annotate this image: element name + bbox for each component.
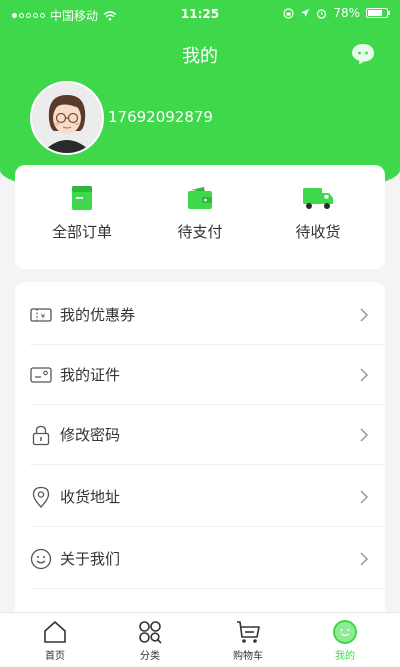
tab-cart[interactable]: 购物车 bbox=[198, 619, 298, 662]
avatar[interactable] bbox=[30, 81, 104, 155]
alarm-icon bbox=[317, 8, 327, 19]
battery-percent: 78% bbox=[333, 6, 360, 20]
svg-text:¥: ¥ bbox=[41, 312, 46, 320]
order-unpaid-label: 待支付 bbox=[177, 223, 223, 241]
category-icon bbox=[139, 621, 162, 644]
tab-category[interactable]: 分类 bbox=[100, 619, 200, 662]
order-all-button[interactable]: 全部订单 bbox=[27, 185, 137, 242]
menu-label: 我的证件 bbox=[60, 365, 121, 384]
chevron-right-icon bbox=[360, 489, 369, 504]
settings-menu: ¥ 我的优惠券 我的证件 修改密码 收货地址 关于我们 bbox=[15, 282, 385, 622]
message-icon[interactable] bbox=[350, 42, 376, 66]
location-pin-icon bbox=[32, 486, 50, 508]
id-card-icon bbox=[30, 366, 52, 383]
home-icon bbox=[44, 621, 66, 643]
lock-icon bbox=[32, 425, 50, 445]
smiley-icon bbox=[30, 548, 52, 569]
battery-icon bbox=[366, 8, 390, 18]
menu-item-coupons[interactable]: ¥ 我的优惠券 bbox=[30, 285, 385, 345]
tab-profile[interactable]: 我的 bbox=[295, 619, 395, 662]
user-phone[interactable]: 17692092879 bbox=[108, 108, 213, 126]
menu-item-about-us[interactable]: 关于我们 bbox=[30, 529, 385, 589]
order-all-label: 全部订单 bbox=[51, 223, 112, 241]
avatar-illustration bbox=[32, 83, 102, 153]
page-title: 我的 bbox=[182, 46, 218, 67]
menu-label: 修改密码 bbox=[60, 425, 121, 444]
chevron-right-icon bbox=[360, 367, 369, 382]
tab-label: 分类 bbox=[140, 651, 160, 662]
location-arrow-icon bbox=[301, 9, 310, 17]
profile-icon bbox=[333, 620, 357, 644]
order-list-icon bbox=[72, 186, 92, 210]
coupon-icon: ¥ bbox=[30, 307, 52, 322]
order-shortcuts-card: 全部订单 待支付 待收货 bbox=[15, 165, 385, 269]
order-to-receive-label: 待收货 bbox=[295, 223, 341, 241]
status-bar: 中国移动 11:25 78% bbox=[0, 0, 400, 28]
menu-label: 收货地址 bbox=[60, 487, 121, 506]
menu-item-change-password[interactable]: 修改密码 bbox=[30, 405, 385, 465]
rotation-lock-icon bbox=[283, 7, 294, 19]
chevron-right-icon bbox=[360, 427, 369, 442]
menu-label: 关于我们 bbox=[60, 549, 121, 568]
order-to-receive-button[interactable]: 待收货 bbox=[263, 185, 373, 242]
chevron-right-icon bbox=[360, 551, 369, 566]
bottom-tab-bar: 首页 分类 购物车 我的 bbox=[0, 612, 400, 667]
wallet-icon bbox=[188, 187, 212, 209]
tab-label: 我的 bbox=[335, 651, 355, 662]
order-unpaid-button[interactable]: 待支付 bbox=[145, 185, 255, 242]
truck-icon bbox=[303, 188, 333, 209]
menu-item-documents[interactable]: 我的证件 bbox=[30, 345, 385, 405]
tab-label: 购物车 bbox=[233, 651, 263, 662]
tab-home[interactable]: 首页 bbox=[5, 619, 105, 662]
menu-item-shipping-address[interactable]: 收货地址 bbox=[30, 467, 385, 527]
status-right: 78% bbox=[283, 6, 390, 20]
chevron-right-icon bbox=[360, 307, 369, 322]
menu-label: 我的优惠券 bbox=[60, 305, 136, 324]
cart-icon bbox=[237, 621, 260, 643]
tab-label: 首页 bbox=[45, 651, 65, 662]
